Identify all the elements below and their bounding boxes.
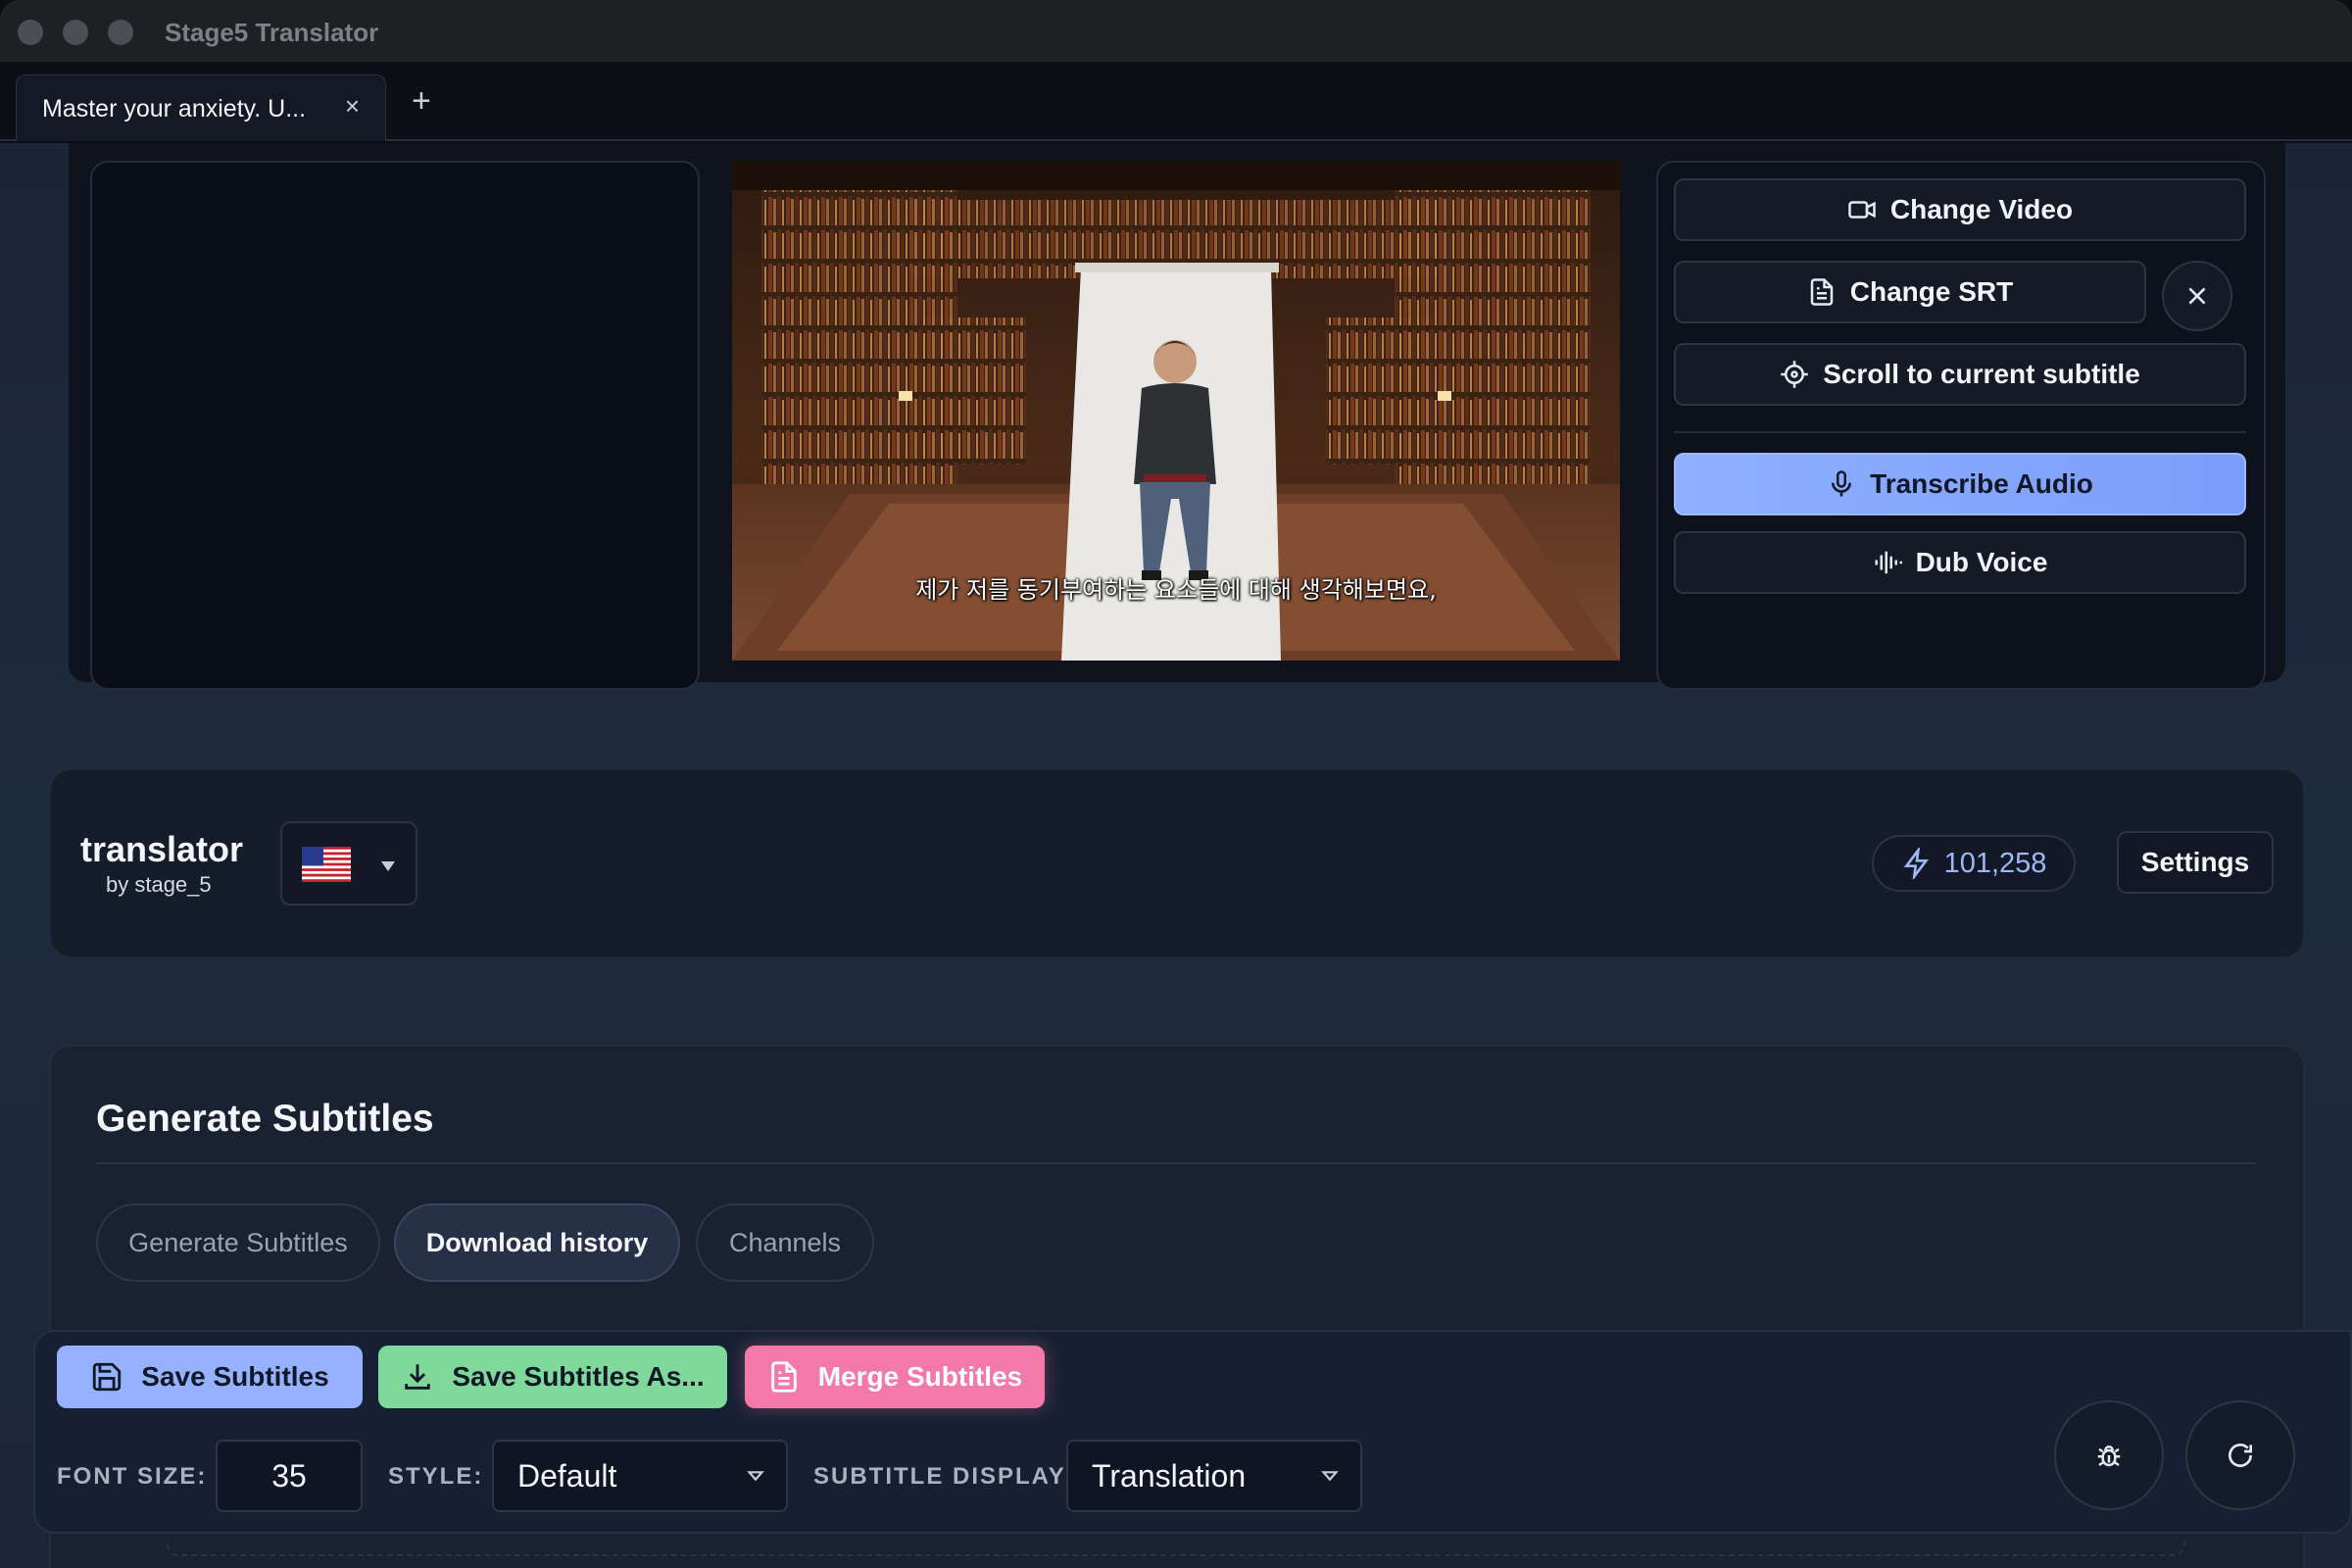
credits-value: 101,258 [1943,847,2047,879]
tab-bar: Master your anxiety. U... × + [0,63,2352,141]
scroll-to-current-subtitle-button[interactable]: Scroll to current subtitle [1674,343,2246,406]
tab-generate-subtitles[interactable]: Generate Subtitles [96,1203,380,1282]
tab-download-history[interactable]: Download history [394,1203,680,1282]
save-subtitles-label: Save Subtitles [141,1361,329,1392]
video-subtitle-overlay: 제가 저를 동기부여하는 요소들에 대해 생각해보면요, [915,576,1437,604]
window-zoom-control[interactable] [108,20,133,45]
subtitle-display-label: SUBTITLE DISPLAY [813,1463,1066,1490]
dropdown-caret-icon [381,861,395,871]
crosshair-icon [1781,361,1808,388]
tab-close-icon[interactable]: × [345,91,360,122]
style-select[interactable]: Default [492,1440,788,1512]
save-subtitles-as-button[interactable]: Save Subtitles As... [378,1346,727,1408]
window-minimize-control[interactable] [63,20,88,45]
font-size-label: FONT SIZE: [57,1463,208,1490]
window-close-control[interactable] [18,20,43,45]
remove-srt-button[interactable] [2162,261,2232,331]
panel-title: Generate Subtitles [96,1098,434,1140]
video-camera-icon [1848,201,1876,219]
download-icon [405,1364,431,1390]
dub-voice-button[interactable]: Dub Voice [1674,531,2246,594]
video-controls-panel: Change Video Change SRT Scroll to curren… [1656,161,2266,690]
video-player[interactable]: 제가 저를 동기부여하는 요소들에 대해 생각해보면요, [732,161,1620,661]
refresh-button[interactable] [2185,1400,2295,1510]
left-panel [90,161,700,690]
microphone-icon [1832,470,1852,497]
subtitle-display-value: Translation [1092,1457,1247,1494]
save-subtitles-as-label: Save Subtitles As... [452,1361,705,1392]
bug-icon [2097,1446,2121,1467]
brand-subtitle: by stage_5 [106,872,212,897]
tab-channels[interactable]: Channels [696,1203,874,1282]
us-flag-icon [302,847,351,882]
language-select[interactable] [280,821,417,906]
panel-divider [96,1162,2256,1164]
dub-voice-label: Dub Voice [1915,547,2048,577]
credits-badge[interactable]: 101,258 [1872,835,2076,892]
controls-divider [1674,431,2246,433]
merge-subtitles-button[interactable]: Merge Subtitles [745,1346,1045,1408]
refresh-icon [2229,1444,2252,1467]
chevron-down-icon [1321,1471,1339,1482]
scroll-to-current-label: Scroll to current subtitle [1823,359,2140,389]
subtitle-toolbar: Save Subtitles Save Subtitles As... Merg… [33,1330,2352,1534]
new-tab-button[interactable]: + [412,82,431,121]
subtitle-display-select[interactable]: Translation [1066,1440,1362,1512]
lightning-icon [1903,848,1929,879]
video-panel: 제가 저를 동기부여하는 요소들에 대해 생각해보면요, Change Vide… [69,143,2285,690]
close-icon [2188,287,2206,305]
merge-subtitles-label: Merge Subtitles [817,1361,1023,1392]
tab-label: Master your anxiety. U... [42,95,307,122]
tab-master-your-anxiety[interactable]: Master your anxiety. U... × [16,74,386,141]
debug-button[interactable] [2054,1400,2164,1510]
change-srt-label: Change SRT [1849,276,2014,307]
file-text-icon [771,1361,797,1393]
style-value: Default [517,1457,617,1494]
window-title: Stage5 Translator [165,18,379,47]
transcribe-audio-label: Transcribe Audio [1870,468,2093,499]
style-label: STYLE: [388,1463,484,1490]
drop-zone-edge [167,1541,2185,1556]
change-video-button[interactable]: Change Video [1674,178,2246,241]
audio-waveform-icon [1875,551,1902,574]
app-header-card: translator by stage_5 101,258 Settings [49,768,2305,958]
change-srt-button[interactable]: Change SRT [1674,261,2146,323]
floppy-disk-icon [93,1362,122,1392]
font-size-value: 35 [271,1457,307,1494]
file-text-icon [1810,278,1834,306]
settings-button[interactable]: Settings [2117,831,2274,894]
font-size-input[interactable]: 35 [216,1440,363,1512]
brand-name: translator [80,829,244,869]
transcribe-audio-button[interactable]: Transcribe Audio [1674,453,2246,515]
chevron-down-icon [747,1471,764,1482]
window-title-bar: Stage5 Translator [0,0,2352,63]
change-video-label: Change Video [1889,194,2074,224]
save-subtitles-button[interactable]: Save Subtitles [57,1346,363,1408]
